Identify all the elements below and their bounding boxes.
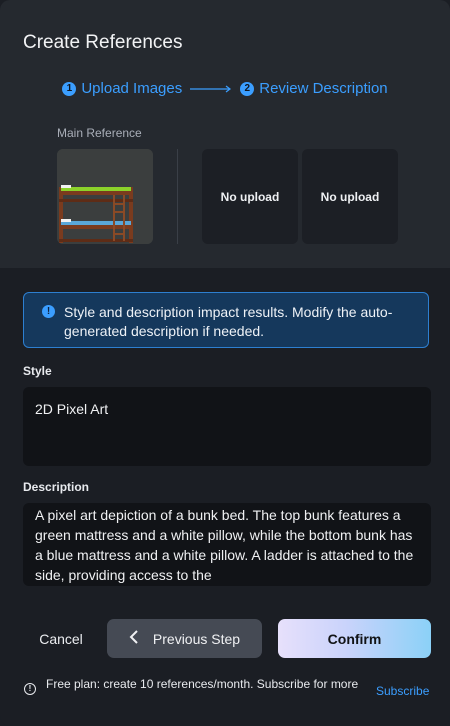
main-reference-label: Main Reference — [57, 126, 142, 140]
divider — [177, 149, 178, 244]
chevron-left-icon — [129, 630, 139, 647]
reference-slot-empty[interactable]: No upload — [302, 149, 398, 244]
arrow-right-icon — [190, 85, 232, 93]
reference-slot-empty[interactable]: No upload — [202, 149, 298, 244]
previous-step-label: Previous Step — [152, 630, 241, 647]
style-input[interactable]: 2D Pixel Art — [23, 387, 431, 466]
upload-section: Create References 1 Upload Images 2 Revi… — [0, 0, 450, 268]
description-label: Description — [23, 480, 90, 494]
info-text: Style and description impact results. Mo… — [64, 304, 393, 339]
step-number: 2 — [240, 81, 255, 96]
step-upload-images[interactable]: 1 Upload Images — [62, 80, 182, 97]
bunk-bed-image — [57, 149, 153, 244]
style-label: Style — [23, 364, 52, 378]
info-banner: ! Style and description impact results. … — [23, 292, 429, 348]
dialog-title: Create References — [23, 32, 183, 53]
previous-step-button[interactable]: Previous Step — [107, 619, 262, 658]
info-circle-icon: ! — [24, 683, 36, 695]
main-reference-image[interactable] — [57, 149, 153, 244]
stepper: 1 Upload Images 2 Review Description — [0, 80, 450, 97]
create-references-dialog: Create References 1 Upload Images 2 Revi… — [0, 0, 450, 726]
description-textarea[interactable]: A pixel art depiction of a bunk bed. The… — [23, 503, 431, 586]
subscribe-link[interactable]: Subscribe — [376, 684, 429, 698]
step-label: Upload Images — [81, 80, 183, 97]
step-review-description[interactable]: 2 Review Description — [240, 80, 388, 97]
free-plan-note: Free plan: create 10 references/month. S… — [46, 677, 359, 691]
step-number: 1 — [62, 81, 77, 96]
info-icon: ! — [42, 305, 55, 318]
confirm-button[interactable]: Confirm — [278, 619, 431, 658]
cancel-button[interactable]: Cancel — [27, 620, 95, 658]
step-label: Review Description — [259, 80, 388, 97]
